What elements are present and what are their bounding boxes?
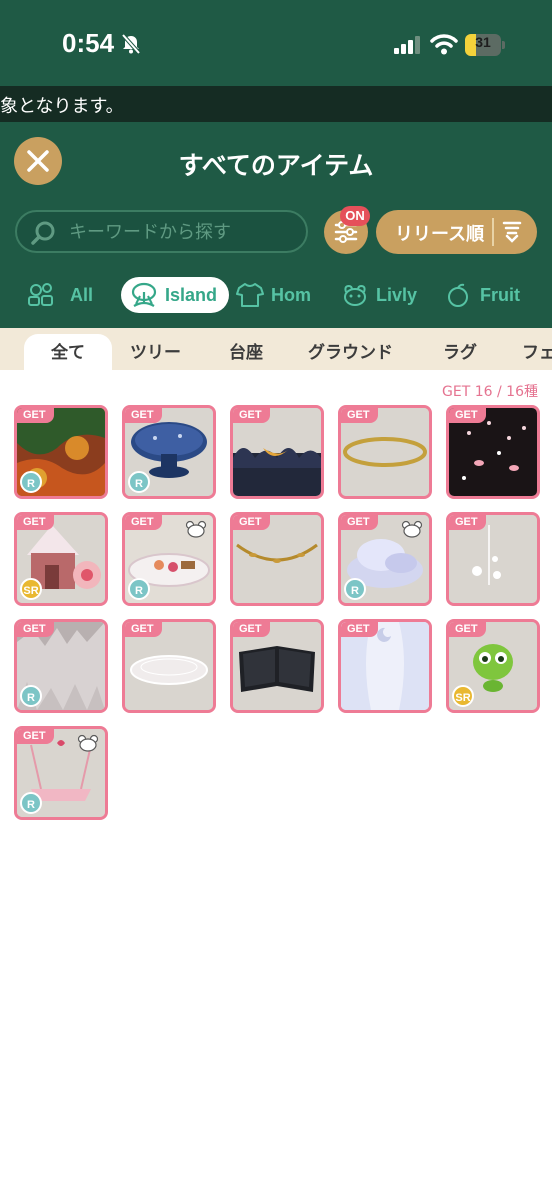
get-tag: GET — [449, 515, 486, 530]
sort-label: リリース順 — [395, 224, 485, 245]
item-card-pink-swing[interactable]: GET R — [14, 726, 108, 820]
category-label: Hom — [271, 284, 311, 305]
category-tab-fruit[interactable]: Fruit — [444, 277, 520, 313]
sort-button[interactable]: リリース順 — [376, 210, 537, 254]
get-tag: GET — [17, 622, 54, 637]
item-card-crystal-cave[interactable]: GET R — [14, 619, 108, 713]
notice-ticker: 象となります。 — [0, 86, 552, 122]
get-tag: GET — [17, 408, 54, 423]
island-icon — [131, 282, 157, 307]
status-bar: 0:54 31 — [0, 0, 552, 86]
bear-icon — [401, 520, 423, 538]
ticker-text: 象となります。 — [0, 96, 124, 117]
get-count: GET 16 / 16種 — [442, 384, 538, 400]
subtab-rug[interactable]: ラグ — [443, 338, 477, 363]
get-tag: GET — [125, 622, 162, 637]
wifi-icon — [430, 34, 458, 55]
rarity-badge: R — [20, 471, 42, 493]
bell-muted-icon — [121, 33, 141, 55]
item-card-green-creature[interactable]: GET SR — [446, 619, 540, 713]
item-card-gingerbread-house[interactable]: GET SR — [14, 512, 108, 606]
all-icon — [28, 283, 53, 306]
subtab-all[interactable]: 全て — [51, 338, 85, 363]
filter-on-badge: ON — [340, 206, 370, 226]
search-box[interactable] — [15, 210, 308, 253]
item-card-dark-moon-ground[interactable]: GET — [230, 405, 324, 499]
item-card-moon-curtain[interactable]: GET — [338, 619, 432, 713]
category-tab-livly[interactable]: Livly — [340, 277, 417, 313]
bear-icon — [185, 520, 207, 538]
get-tag: GET — [233, 622, 270, 637]
category-label: Island — [165, 284, 218, 305]
get-tag: GET — [449, 622, 486, 637]
item-card-golden-garland[interactable]: GET — [230, 512, 324, 606]
header: すべてのアイテム ON リリース順 — [0, 122, 552, 328]
search-icon — [31, 221, 55, 245]
get-tag: GET — [341, 408, 378, 423]
rarity-badge: R — [20, 792, 42, 814]
category-label: Livly — [376, 284, 418, 305]
search-input[interactable] — [69, 218, 299, 246]
bear-icon — [77, 734, 99, 752]
rarity-badge: SR — [20, 578, 42, 600]
page-title: すべてのアイテム — [178, 151, 374, 180]
get-tag: GET — [449, 408, 486, 423]
category-tab-all[interactable]: All — [26, 277, 93, 313]
item-card-gold-ring[interactable]: GET — [338, 405, 432, 499]
item-card-sweets-plate[interactable]: GET R — [122, 512, 216, 606]
subcategory-tabs: 全て ツリー 台座 グラウンド ラグ フェ — [0, 328, 552, 370]
get-tag: GET — [341, 622, 378, 637]
item-card-sparkle-drops[interactable]: GET — [446, 512, 540, 606]
battery-percent: 31 — [475, 34, 491, 50]
livly-icon — [344, 284, 366, 306]
shirt-icon — [236, 283, 264, 307]
get-tag: GET — [233, 408, 270, 423]
get-tag: GET — [125, 408, 162, 423]
get-tag: GET — [17, 729, 54, 744]
subtab-pedestal[interactable]: 台座 — [229, 338, 263, 363]
rarity-badge: R — [20, 685, 42, 707]
category-tab-island[interactable]: Island — [121, 277, 230, 313]
subtab-tree[interactable]: ツリー — [130, 338, 181, 363]
subtab-fence[interactable]: フェ — [522, 338, 552, 363]
fruit-icon — [448, 283, 468, 307]
rarity-badge: R — [128, 578, 150, 600]
item-card-night-lanterns[interactable]: GET — [446, 405, 540, 499]
category-label: Fruit — [480, 284, 520, 305]
category-label: All — [70, 284, 94, 305]
category-tab-hom[interactable]: Hom — [235, 277, 311, 313]
get-tag: GET — [233, 515, 270, 530]
signal-icon — [394, 36, 420, 54]
battery-indicator: 31 — [465, 34, 505, 56]
get-tag: GET — [17, 515, 54, 530]
status-time: 0:54 — [62, 28, 115, 58]
item-card-black-book[interactable]: GET — [230, 619, 324, 713]
rarity-badge: R — [128, 471, 150, 493]
item-card-cloud-bed[interactable]: GET R — [338, 512, 432, 606]
sort-order-icon — [502, 221, 522, 243]
get-tag: GET — [341, 515, 378, 530]
item-card-blue-pedestal[interactable]: GET R — [122, 405, 216, 499]
get-tag: GET — [125, 515, 162, 530]
rarity-badge: SR — [452, 685, 474, 707]
item-card-autumn-forest-ground[interactable]: GET R — [14, 405, 108, 499]
item-card-lace-platform[interactable]: GET — [122, 619, 216, 713]
subtab-ground[interactable]: グラウンド — [308, 338, 393, 363]
rarity-badge: R — [344, 578, 366, 600]
